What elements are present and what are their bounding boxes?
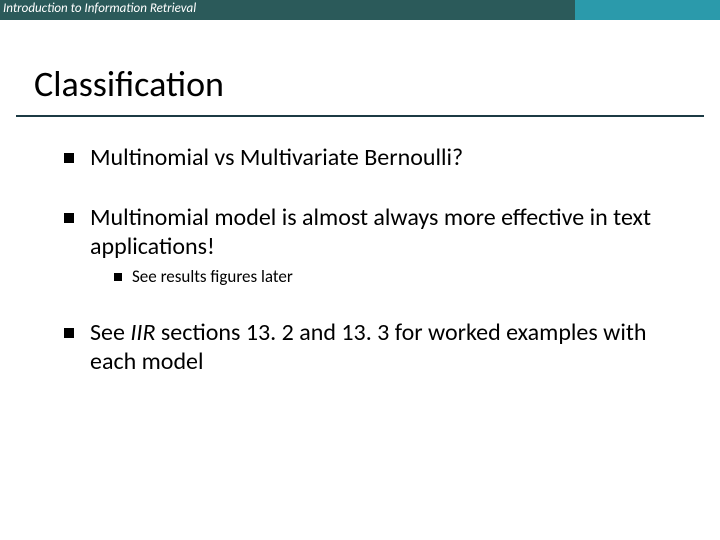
slide-title: Classification [34, 62, 224, 106]
header-bar: Introduction to Information Retrieval [0, 0, 720, 20]
bullet-item: See IIR sections 13. 2 and 13. 3 for wor… [64, 319, 674, 376]
bullet-item: Multinomial model is almost always more … [64, 204, 674, 287]
bullet-text: Multinomial model is almost always more … [90, 203, 651, 260]
bullet-text-suffix: sections 13. 2 and 13. 3 for worked exam… [90, 318, 647, 375]
sub-bullet-text: See results figures later [132, 266, 293, 287]
title-underline [16, 115, 704, 117]
bullet-text: Multinomial vs Multivariate Bernoulli? [90, 143, 463, 172]
bullet-text-emphasis: IIR [130, 318, 155, 347]
slide-content: Multinomial vs Multivariate Bernoulli? M… [64, 144, 674, 408]
header-title: Introduction to Information Retrieval [3, 1, 196, 16]
bullet-item: Multinomial vs Multivariate Bernoulli? [64, 144, 674, 172]
sub-bullet-item: See results figures later [114, 267, 674, 287]
bullet-text-prefix: See [90, 318, 130, 347]
